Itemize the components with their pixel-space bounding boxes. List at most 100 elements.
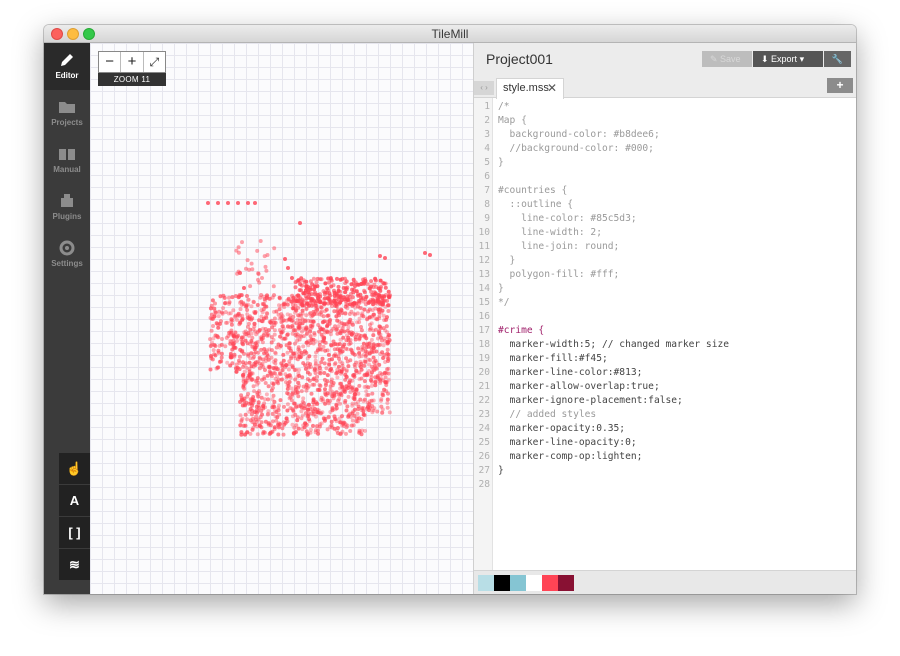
code-text: marker-fill:#f45; (498, 353, 608, 364)
zoom-level-label: ZOOM 11 (98, 73, 166, 86)
code-line: 3 background-color: #b8dee6; (474, 128, 856, 142)
color-swatch[interactable] (558, 575, 574, 591)
tab-label: style.mss (503, 82, 549, 94)
puzzle-icon (61, 194, 73, 207)
code-text: line-color: #85c5d3; (498, 213, 637, 224)
code-text: line-join: round; (498, 241, 620, 252)
zoom-out-button[interactable]: − (99, 52, 122, 72)
color-swatch[interactable] (510, 575, 526, 591)
color-swatch[interactable] (478, 575, 494, 591)
tab-prev-icon[interactable]: ‹ (480, 83, 483, 92)
pointer-tool-button[interactable]: ☝ (59, 453, 90, 484)
line-number: 3 (484, 129, 490, 140)
line-number: 23 (478, 409, 490, 420)
code-line: 24 marker-opacity:0.35; (474, 422, 856, 436)
code-line: 18 marker-width:5; // changed marker siz… (474, 338, 856, 352)
code-text: line-width: 2; (498, 227, 602, 238)
line-number: 11 (478, 241, 490, 252)
layers-tool-button[interactable]: ≋ (59, 549, 90, 580)
color-swatches (474, 570, 856, 594)
add-tab-button[interactable]: + (827, 78, 853, 93)
line-number: 21 (478, 381, 490, 392)
app-window: TileMill Editor Projects Manual Plugins … (44, 25, 856, 594)
code-line: 14} (474, 282, 856, 296)
code-text: */ (498, 297, 510, 308)
code-line: 8 ::outline { (474, 198, 856, 212)
editor-actions: ✎ Save ⬇ Export ▾ 🔧 (701, 51, 851, 67)
code-line: 20 marker-line-color:#813; (474, 366, 856, 380)
line-number: 14 (478, 283, 490, 294)
map-view[interactable]: − + ⤢ ZOOM 11 (90, 43, 473, 594)
sidebar: Editor Projects Manual Plugins Settings … (44, 43, 90, 594)
text-tool-button[interactable]: A (59, 485, 90, 516)
maximize-window-button[interactable] (83, 28, 95, 40)
minimize-window-button[interactable] (67, 28, 79, 40)
code-text: Map { (498, 115, 527, 126)
tab-nav-arrows[interactable]: ‹ › (474, 81, 494, 95)
code-line: 21 marker-allow-overlap:true; (474, 380, 856, 394)
code-text: background-color: #b8dee6; (498, 129, 660, 140)
line-number: 22 (478, 395, 490, 406)
line-number: 13 (478, 269, 490, 280)
sidebar-item-plugins[interactable]: Plugins (44, 184, 90, 231)
code-line: 15 */ (474, 296, 856, 310)
line-number: 24 (478, 423, 490, 434)
save-button[interactable]: ✎ Save (702, 51, 752, 67)
zoom-in-button[interactable]: + (121, 52, 144, 72)
code-text: //background-color: #000; (498, 143, 654, 154)
sidebar-item-projects[interactable]: Projects (44, 90, 90, 137)
line-number: 10 (478, 227, 490, 238)
tab-next-icon[interactable]: › (485, 83, 488, 92)
project-title: Project001 (486, 51, 553, 67)
bracket-tool-button[interactable]: [ ] (59, 517, 90, 548)
sidebar-item-manual[interactable]: Manual (44, 137, 90, 184)
wrench-icon[interactable]: 🔧 (824, 51, 851, 67)
sidebar-item-settings[interactable]: Settings (44, 231, 90, 278)
code-line: 25 marker-line-opacity:0; (474, 436, 856, 450)
code-editor[interactable]: 1/* 2 Map {3 background-color: #b8dee6; 4 /… (474, 98, 856, 570)
code-text: } (498, 157, 504, 168)
export-label: Export (771, 54, 798, 64)
code-text: marker-line-color:#813; (498, 367, 643, 378)
export-button[interactable]: ⬇ Export ▾ (753, 51, 823, 67)
code-line: 4 //background-color: #000; (474, 142, 856, 156)
pencil-icon (61, 54, 73, 66)
code-line: 26 marker-comp-op:lighten; (474, 450, 856, 464)
zoom-control: − + ⤢ ZOOM 11 (98, 51, 166, 86)
gear-icon (59, 240, 75, 256)
line-number: 6 (484, 171, 490, 182)
code-text: /* (498, 101, 510, 112)
code-line: 23 // added styles (474, 408, 856, 422)
code-text: polygon-fill: #fff; (498, 269, 620, 280)
tab-close-icon[interactable]: ✕ (547, 79, 557, 98)
color-swatch[interactable] (542, 575, 558, 591)
code-line: 6 (474, 170, 856, 184)
code-line: 22 marker-ignore-placement:false; (474, 394, 856, 408)
sidebar-item-label: Settings (51, 259, 83, 268)
sidebar-item-editor[interactable]: Editor (44, 43, 90, 90)
color-swatch[interactable] (526, 575, 542, 591)
crime-points-layer (206, 201, 432, 437)
code-line: 2 Map { (474, 114, 856, 128)
window-title: TileMill (431, 27, 469, 41)
line-number: 28 (478, 479, 490, 490)
line-number: 20 (478, 367, 490, 378)
code-line: 1 /* (474, 100, 856, 114)
line-number: 9 (484, 213, 490, 224)
code-line: 5} (474, 156, 856, 170)
color-swatch[interactable] (494, 575, 510, 591)
line-number: 8 (484, 199, 490, 210)
line-number: 5 (484, 157, 490, 168)
tab-style-mss[interactable]: style.mss ✕ (496, 78, 564, 99)
line-number: 16 (478, 311, 490, 322)
sidebar-item-label: Editor (55, 71, 79, 80)
code-text: // added styles (498, 409, 597, 420)
code-line: 27} (474, 464, 856, 478)
code-text: #crime { (498, 325, 545, 336)
sidebar-item-label: Plugins (52, 212, 82, 221)
fullscreen-button[interactable]: ⤢ (144, 52, 165, 72)
code-text: ::outline { (498, 199, 574, 210)
close-window-button[interactable] (51, 28, 63, 40)
code-text: } (498, 465, 504, 476)
title-bar: TileMill (44, 25, 856, 43)
